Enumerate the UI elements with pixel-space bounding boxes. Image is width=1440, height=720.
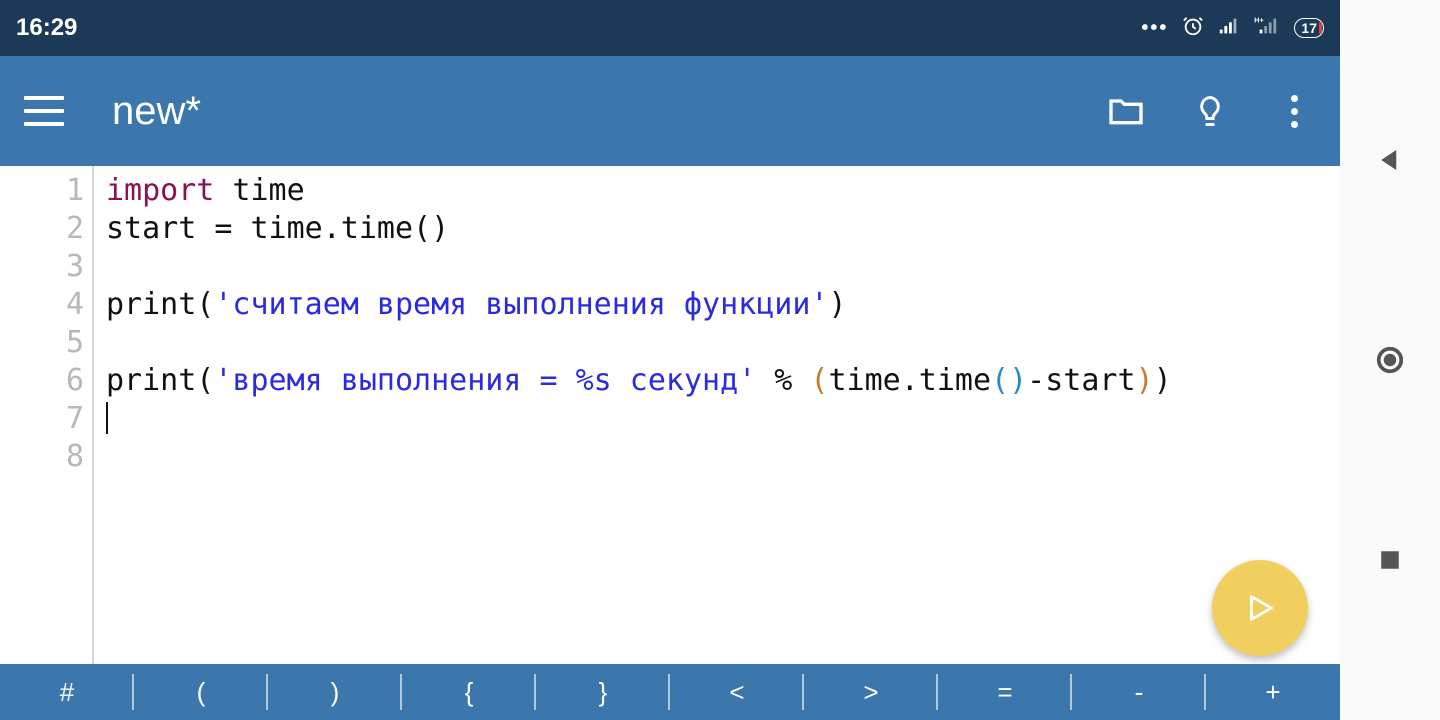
folder-icon[interactable] xyxy=(1104,89,1148,133)
app-bar: new* xyxy=(0,56,1340,166)
sym-lt[interactable]: < xyxy=(670,664,804,720)
status-bar: 16:29 ••• H+ 17 xyxy=(0,0,1340,56)
sym-rparen[interactable]: ) xyxy=(268,664,402,720)
play-icon xyxy=(1243,591,1277,625)
battery-indicator: 17 xyxy=(1294,18,1324,38)
code-editor[interactable]: import time start = time.time() print('с… xyxy=(94,166,1340,664)
sym-lparen[interactable]: ( xyxy=(134,664,268,720)
sym-label: ) xyxy=(331,677,340,708)
token: print( xyxy=(106,363,214,398)
token-string: 'время выполнения = %s секунд' xyxy=(214,363,756,398)
sym-label: } xyxy=(599,677,608,708)
token-paren: ) xyxy=(1009,363,1027,398)
status-dots-icon: ••• xyxy=(1141,17,1168,40)
token: ) xyxy=(1154,363,1172,398)
alarm-icon xyxy=(1182,15,1204,42)
battery-level: 17 xyxy=(1301,20,1317,36)
token-paren: ( xyxy=(991,363,1009,398)
sym-hash[interactable]: # xyxy=(0,664,134,720)
token-paren: ( xyxy=(810,363,828,398)
editor-area: 1 2 3 4 5 6 7 8 import time start = time… xyxy=(0,166,1340,664)
nav-home-icon[interactable] xyxy=(1372,342,1408,378)
sym-label: > xyxy=(863,677,878,708)
sym-label: < xyxy=(729,677,744,708)
sym-rbrace[interactable]: } xyxy=(536,664,670,720)
token: % xyxy=(756,363,810,398)
status-time: 16:29 xyxy=(16,14,77,42)
sym-label: - xyxy=(1135,677,1144,708)
sym-label: = xyxy=(997,677,1012,708)
token: print( xyxy=(106,287,214,322)
sym-eq[interactable]: = xyxy=(938,664,1072,720)
app-bar-actions xyxy=(1104,89,1316,133)
token: time xyxy=(214,173,304,208)
nav-back-icon[interactable] xyxy=(1372,142,1408,178)
token: -start xyxy=(1027,363,1135,398)
svg-text:H+: H+ xyxy=(1255,15,1265,24)
line-number: 2 xyxy=(0,210,84,248)
run-button[interactable] xyxy=(1212,560,1308,656)
token-string: 'считаем время выполнения функции' xyxy=(214,287,828,322)
line-number: 5 xyxy=(0,324,84,362)
signal-icon xyxy=(1218,15,1240,42)
line-number: 4 xyxy=(0,286,84,324)
status-indicators: ••• H+ 17 xyxy=(1141,15,1324,42)
signal-h-icon: H+ xyxy=(1254,15,1280,42)
lightbulb-icon[interactable] xyxy=(1188,89,1232,133)
sym-label: # xyxy=(60,677,74,708)
symbol-toolbar: # ( ) { } < > = - + xyxy=(0,664,1340,720)
sym-label: + xyxy=(1265,677,1280,708)
device-nav-bar xyxy=(1340,0,1440,720)
line-number: 3 xyxy=(0,248,84,286)
token-keyword: import xyxy=(106,173,214,208)
line-number: 6 xyxy=(0,362,84,400)
nav-recent-icon[interactable] xyxy=(1372,542,1408,578)
line-gutter: 1 2 3 4 5 6 7 8 xyxy=(0,166,94,664)
token: time.time xyxy=(828,363,991,398)
sym-label: { xyxy=(465,677,474,708)
device-screen: 16:29 ••• H+ 17 new* xyxy=(0,0,1340,720)
line-number: 7 xyxy=(0,400,84,438)
sym-label: ( xyxy=(197,677,206,708)
sym-minus[interactable]: - xyxy=(1072,664,1206,720)
code-line: start = time.time() xyxy=(106,211,449,246)
menu-icon[interactable] xyxy=(24,96,64,126)
token-paren: ) xyxy=(1136,363,1154,398)
line-number: 8 xyxy=(0,438,84,476)
text-cursor xyxy=(106,402,108,434)
more-vert-icon[interactable] xyxy=(1272,89,1316,133)
line-number: 1 xyxy=(0,172,84,210)
sym-lbrace[interactable]: { xyxy=(402,664,536,720)
document-title: new* xyxy=(112,89,1104,134)
token: ) xyxy=(828,287,846,322)
sym-plus[interactable]: + xyxy=(1206,664,1340,720)
sym-gt[interactable]: > xyxy=(804,664,938,720)
